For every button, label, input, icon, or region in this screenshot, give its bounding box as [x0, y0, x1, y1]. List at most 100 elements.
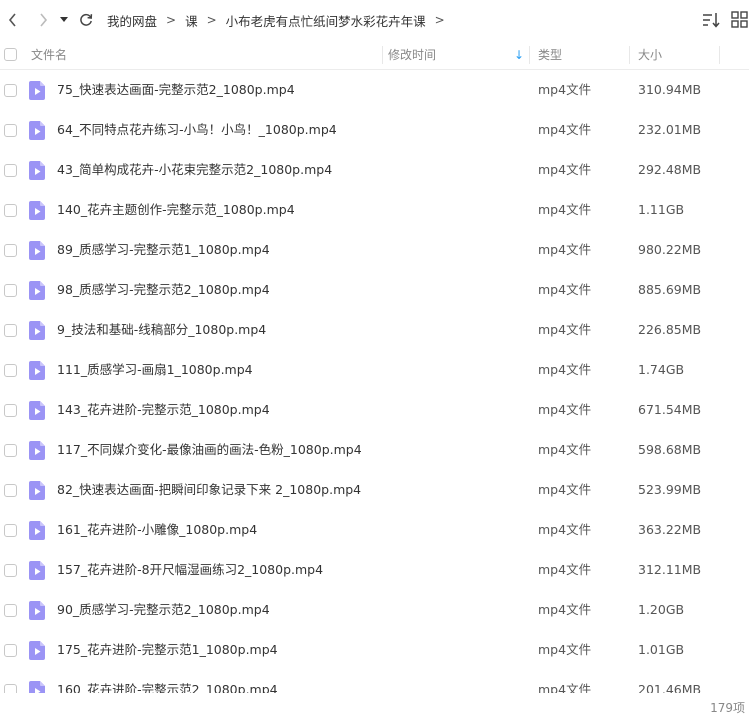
- file-size: 312.11MB: [638, 562, 702, 577]
- file-name: 90_质感学习-完整示范2_1080p.mp4: [57, 602, 270, 617]
- file-type: mp4文件: [538, 322, 592, 337]
- select-all-checkbox[interactable]: [4, 48, 17, 61]
- video-file-icon: [29, 361, 45, 380]
- file-name: 160_花卉进阶-完整示范2_1080p.mp4: [57, 682, 278, 693]
- file-row[interactable]: 140_花卉主题创作-完整示范_1080p.mp4 mp4文件 1.11GB: [0, 190, 749, 230]
- video-file-icon: [29, 561, 45, 580]
- file-type: mp4文件: [538, 602, 592, 617]
- grid-icon: [731, 11, 748, 28]
- history-dropdown-button[interactable]: [57, 9, 71, 31]
- forward-button[interactable]: [32, 9, 54, 31]
- file-type: mp4文件: [538, 202, 592, 217]
- breadcrumb-separator: >: [434, 13, 445, 27]
- row-checkbox[interactable]: [4, 404, 17, 417]
- video-file-icon: [29, 441, 45, 460]
- row-checkbox[interactable]: [4, 444, 17, 457]
- file-row[interactable]: 90_质感学习-完整示范2_1080p.mp4 mp4文件 1.20GB: [0, 590, 749, 630]
- file-type: mp4文件: [538, 242, 592, 257]
- file-type: mp4文件: [538, 522, 592, 537]
- row-checkbox[interactable]: [4, 124, 17, 137]
- row-checkbox[interactable]: [4, 364, 17, 377]
- video-file-icon: [29, 81, 45, 100]
- row-checkbox[interactable]: [4, 564, 17, 577]
- file-size: 1.20GB: [638, 602, 685, 617]
- file-size: 310.94MB: [638, 82, 702, 97]
- row-checkbox[interactable]: [4, 484, 17, 497]
- file-name: 75_快速表达画面-完整示范2_1080p.mp4: [57, 82, 295, 97]
- refresh-button[interactable]: [75, 9, 97, 31]
- view-mode-button[interactable]: [730, 10, 749, 30]
- file-type: mp4文件: [538, 282, 592, 297]
- file-name: 161_花卉进阶-小雕像_1080p.mp4: [57, 522, 258, 537]
- row-checkbox[interactable]: [4, 604, 17, 617]
- column-divider[interactable]: [629, 46, 630, 64]
- column-divider[interactable]: [529, 46, 530, 64]
- file-row[interactable]: 111_质感学习-画扇1_1080p.mp4 mp4文件 1.74GB: [0, 350, 749, 390]
- file-row[interactable]: 89_质感学习-完整示范1_1080p.mp4 mp4文件 980.22MB: [0, 230, 749, 270]
- row-checkbox[interactable]: [4, 684, 17, 693]
- file-size: 1.01GB: [638, 642, 685, 657]
- row-checkbox[interactable]: [4, 204, 17, 217]
- row-checkbox[interactable]: [4, 84, 17, 97]
- file-row[interactable]: 75_快速表达画面-完整示范2_1080p.mp4 mp4文件 310.94MB: [0, 70, 749, 110]
- file-type: mp4文件: [538, 82, 592, 97]
- file-type: mp4文件: [538, 162, 592, 177]
- file-size: 885.69MB: [638, 282, 702, 297]
- video-file-icon: [29, 481, 45, 500]
- column-type-header[interactable]: 类型: [538, 40, 562, 70]
- status-bar: 179项: [0, 693, 749, 723]
- file-size: 1.11GB: [638, 202, 685, 217]
- column-divider[interactable]: [382, 46, 383, 64]
- column-name-header[interactable]: 文件名: [31, 40, 67, 70]
- video-file-icon: [29, 121, 45, 140]
- column-size-header[interactable]: 大小: [638, 40, 662, 70]
- video-file-icon: [29, 281, 45, 300]
- file-name: 89_质感学习-完整示范1_1080p.mp4: [57, 242, 270, 257]
- file-row[interactable]: 98_质感学习-完整示范2_1080p.mp4 mp4文件 885.69MB: [0, 270, 749, 310]
- video-file-icon: [29, 201, 45, 220]
- file-row[interactable]: 64_不同特点花卉练习-小鸟！小鸟！_1080p.mp4 mp4文件 232.0…: [0, 110, 749, 150]
- breadcrumb-item-current-folder[interactable]: 小布老虎有点忙纸间梦水彩花卉年课: [226, 11, 426, 30]
- video-file-icon: [29, 401, 45, 420]
- file-type: mp4文件: [538, 362, 592, 377]
- file-row[interactable]: 175_花卉进阶-完整示范1_1080p.mp4 mp4文件 1.01GB: [0, 630, 749, 670]
- toolbar: 我的网盘 > 课 > 小布老虎有点忙纸间梦水彩花卉年课 >: [0, 0, 749, 40]
- file-row[interactable]: 157_花卉进阶-8开尺幅湿画练习2_1080p.mp4 mp4文件 312.1…: [0, 550, 749, 590]
- file-type: mp4文件: [538, 562, 592, 577]
- file-row[interactable]: 161_花卉进阶-小雕像_1080p.mp4 mp4文件 363.22MB: [0, 510, 749, 550]
- row-checkbox[interactable]: [4, 164, 17, 177]
- file-type: mp4文件: [538, 482, 592, 497]
- file-type: mp4文件: [538, 402, 592, 417]
- file-size: 598.68MB: [638, 442, 702, 457]
- row-checkbox[interactable]: [4, 324, 17, 337]
- file-row[interactable]: 160_花卉进阶-完整示范2_1080p.mp4 mp4文件 201.46MB: [0, 670, 749, 693]
- row-checkbox[interactable]: [4, 524, 17, 537]
- file-row[interactable]: 43_简单构成花卉-小花束完整示范2_1080p.mp4 mp4文件 292.4…: [0, 150, 749, 190]
- file-row[interactable]: 117_不同媒介变化-最像油画的画法-色粉_1080p.mp4 mp4文件 59…: [0, 430, 749, 470]
- row-checkbox[interactable]: [4, 244, 17, 257]
- file-size: 1.74GB: [638, 362, 685, 377]
- breadcrumb-item-course[interactable]: 课: [185, 11, 198, 30]
- video-file-icon: [29, 681, 45, 693]
- file-size: 232.01MB: [638, 122, 702, 137]
- column-header: 文件名 修改时间 ↓ 类型 大小: [0, 40, 749, 70]
- file-row[interactable]: 82_快速表达画面-把瞬间印象记录下来 2_1080p.mp4 mp4文件 52…: [0, 470, 749, 510]
- file-name: 9_技法和基础-线稿部分_1080p.mp4: [57, 322, 267, 337]
- column-divider[interactable]: [719, 46, 720, 64]
- file-name: 82_快速表达画面-把瞬间印象记录下来 2_1080p.mp4: [57, 482, 362, 497]
- row-checkbox[interactable]: [4, 644, 17, 657]
- file-size: 671.54MB: [638, 402, 702, 417]
- sort-button[interactable]: [700, 9, 722, 31]
- row-checkbox[interactable]: [4, 284, 17, 297]
- caret-down-icon: [60, 17, 68, 22]
- file-type: mp4文件: [538, 442, 592, 457]
- breadcrumb-item-my-drive[interactable]: 我的网盘: [107, 11, 157, 30]
- file-row[interactable]: 143_花卉进阶-完整示范_1080p.mp4 mp4文件 671.54MB: [0, 390, 749, 430]
- file-name: 111_质感学习-画扇1_1080p.mp4: [57, 362, 253, 377]
- video-file-icon: [29, 601, 45, 620]
- column-modified-header[interactable]: 修改时间: [388, 40, 436, 70]
- file-name: 157_花卉进阶-8开尺幅湿画练习2_1080p.mp4: [57, 562, 324, 577]
- back-button[interactable]: [2, 9, 24, 31]
- file-row[interactable]: 9_技法和基础-线稿部分_1080p.mp4 mp4文件 226.85MB: [0, 310, 749, 350]
- file-name: 64_不同特点花卉练习-小鸟！小鸟！_1080p.mp4: [57, 122, 337, 137]
